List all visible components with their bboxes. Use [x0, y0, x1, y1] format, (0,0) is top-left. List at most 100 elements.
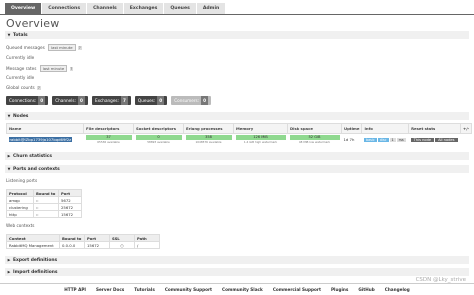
col-info: Info: [361, 123, 410, 134]
tab-queues[interactable]: Queues: [164, 3, 196, 14]
memory-watermark: 1.4 GiB high watermark: [243, 140, 278, 144]
footer-link-plugins[interactable]: Plugins: [331, 287, 348, 292]
expanded-triangle-icon: ▼: [7, 114, 11, 118]
message-rates-range-select[interactable]: last minute: [39, 65, 68, 72]
node-name-link[interactable]: rabbit@lZbp1739ja107bqd69f2z: [7, 134, 84, 145]
export-heading: Export definitions: [13, 258, 58, 263]
footer-link-commercial-support[interactable]: Commercial Support: [273, 287, 321, 292]
columns-toggle[interactable]: +/-: [460, 123, 473, 134]
col-file-descriptors: File descriptors: [83, 123, 134, 134]
nodes-heading: Nodes: [13, 114, 29, 119]
queued-messages-row: Queued messages last minute ?: [6, 44, 82, 51]
tab-admin[interactable]: Admin: [196, 3, 226, 14]
message-rates-label: Message rates: [6, 66, 37, 71]
table-row: http:: 15672: [6, 210, 82, 218]
tab-overview[interactable]: Overview: [5, 3, 42, 14]
queued-idle-text: Currently idle: [6, 55, 35, 60]
col-protocol: Protocol: [6, 189, 34, 197]
collapsed-triangle-icon: ▶: [7, 258, 11, 262]
page-title: Overview: [6, 17, 60, 30]
ports-heading: Ports and contexts: [13, 167, 60, 172]
churn-section-toggle[interactable]: ▶ Churn statistics: [5, 152, 469, 160]
info-tag: disc: [377, 137, 389, 142]
help-icon[interactable]: ?: [37, 86, 41, 90]
info-tags: basic disc 1 rss: [362, 134, 409, 145]
file-descriptors-available: 65536 available: [97, 140, 120, 144]
web-contexts-table: Context Bound to Port SSL Path RabbitMQ …: [6, 234, 160, 249]
global-counts-chips: Connections: 0 Channels: 0 Exchanges: 7 Que…: [6, 96, 215, 105]
queued-messages-range-select[interactable]: last minute: [48, 44, 76, 51]
footer-link-changelog[interactable]: Changelog: [385, 287, 410, 292]
web-contexts-label: Web contexts: [6, 223, 35, 228]
col-ssl: SSL: [109, 234, 135, 242]
footer-link-community-support[interactable]: Community Support: [165, 287, 212, 292]
queued-messages-label: Queued messages: [6, 45, 45, 50]
totals-section-toggle[interactable]: ▼ Totals: [5, 31, 469, 39]
col-port: Port: [84, 234, 110, 242]
collapsed-triangle-icon: ▶: [7, 270, 11, 274]
tab-channels[interactable]: Channels: [87, 3, 123, 14]
connections-count-button[interactable]: Connections: 0: [6, 96, 49, 105]
info-tag: basic: [363, 137, 377, 142]
reset-this-node-button[interactable]: This node: [410, 137, 435, 142]
footer-link-community-slack[interactable]: Community Slack: [222, 287, 263, 292]
footer-link-http-api[interactable]: HTTP API: [64, 287, 86, 292]
col-context: Context: [6, 234, 60, 242]
nodes-section-toggle[interactable]: ▼ Nodes: [5, 112, 469, 120]
socket-descriptors-available: 58893 available: [147, 140, 170, 144]
table-row: RabbitMQ Management 0.0.0.0 15672 ○ /: [6, 241, 160, 249]
import-section-toggle[interactable]: ▶ Import definitions: [5, 268, 469, 276]
rates-idle-text: Currently idle: [6, 75, 35, 80]
disk-watermark: 48 MiB low watermark: [298, 140, 331, 144]
ports-section-toggle[interactable]: ▼ Ports and contexts: [5, 165, 469, 173]
consumers-count-button[interactable]: Consumers: 0: [171, 96, 212, 105]
info-tag: rss: [396, 137, 406, 142]
ssl-indicator: ○: [109, 241, 135, 249]
footer-links: HTTP API Server Docs Tutorials Community…: [0, 283, 474, 295]
export-section-toggle[interactable]: ▶ Export definitions: [5, 256, 469, 264]
col-bound-to: Bound to: [33, 189, 59, 197]
collapsed-triangle-icon: ▶: [7, 154, 11, 158]
tab-exchanges[interactable]: Exchanges: [123, 3, 164, 14]
queues-count-button[interactable]: Queues: 0: [134, 96, 168, 105]
expanded-triangle-icon: ▼: [7, 33, 11, 37]
col-path: Path: [134, 234, 160, 242]
col-name: Name: [6, 123, 84, 134]
totals-heading: Totals: [13, 33, 28, 38]
node-name[interactable]: rabbit@lZbp1739ja107bqd69f2z: [8, 136, 73, 142]
nodes-table: Name File descriptors Socket descriptors…: [6, 123, 473, 145]
help-icon[interactable]: ?: [69, 67, 74, 71]
col-memory: Memory: [233, 123, 288, 134]
exchanges-count-button[interactable]: Exchanges: 7: [91, 96, 131, 105]
table-row: rabbit@lZbp1739ja107bqd69f2z 37 65536 ava…: [7, 134, 472, 145]
erlang-processes-available: 1048576 available: [195, 140, 222, 144]
listening-ports-table: Protocol Bound to Port amqp:: 5672 cluste…: [6, 189, 82, 218]
expanded-triangle-icon: ▼: [7, 167, 11, 171]
col-bound-to: Bound to: [59, 234, 85, 242]
footer-link-server-docs[interactable]: Server Docs: [96, 287, 124, 292]
col-port: Port: [58, 189, 82, 197]
reset-all-nodes-button[interactable]: All nodes: [435, 137, 458, 142]
table-row: amqp:: 5672: [6, 196, 82, 204]
main-tabs: Overview Connections Channels Exchanges …: [5, 3, 226, 14]
help-icon[interactable]: ?: [77, 46, 82, 50]
tab-connections[interactable]: Connections: [42, 3, 87, 14]
footer-link-tutorials[interactable]: Tutorials: [134, 287, 155, 292]
col-socket-descriptors: Socket descriptors: [133, 123, 184, 134]
table-row: clustering:: 25672: [6, 203, 82, 211]
col-uptime: Uptime: [340, 123, 363, 134]
col-erlang-processes: Erlang processes: [183, 123, 234, 134]
info-tag: 1: [389, 137, 396, 142]
churn-heading: Churn statistics: [13, 154, 53, 159]
global-counts-label: Global counts: [6, 85, 35, 90]
uptime-value: 1d 7h: [343, 136, 355, 142]
listening-ports-label: Listening ports: [6, 178, 38, 183]
col-disk-space: Disk space: [287, 123, 342, 134]
reset-stats-cell: This node All nodes: [409, 134, 461, 145]
footer-link-github[interactable]: GitHub: [358, 287, 374, 292]
tabs-divider: [0, 14, 474, 15]
col-reset-stats: Reset stats: [408, 123, 462, 134]
import-heading: Import definitions: [13, 270, 58, 275]
message-rates-row: Message rates last minute ?: [6, 65, 74, 72]
channels-count-button[interactable]: Channels: 0: [52, 96, 88, 105]
